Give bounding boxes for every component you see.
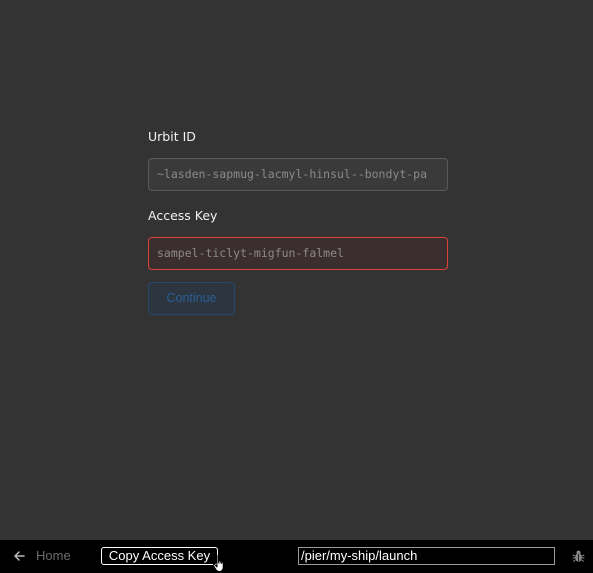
path-input[interactable]: /pier/my-ship/launch	[298, 547, 555, 565]
continue-button[interactable]: Continue	[148, 282, 235, 315]
copy-access-key-button[interactable]: Copy Access Key	[101, 547, 218, 565]
login-form: Urbit ID ~lasden-sapmug-lacmyl-hinsul--b…	[148, 128, 448, 315]
access-key-field[interactable]: sampel-ticlyt-migfun-falmel	[148, 237, 448, 270]
arrow-left-icon[interactable]	[12, 549, 26, 563]
urbit-id-field[interactable]: ~lasden-sapmug-lacmyl-hinsul--bondyt-pa	[148, 158, 448, 191]
login-page: Urbit ID ~lasden-sapmug-lacmyl-hinsul--b…	[0, 0, 593, 573]
bottom-bar: Home Copy Access Key /pier/my-ship/launc…	[0, 540, 593, 573]
hand-cursor-icon	[212, 555, 224, 572]
home-link[interactable]: Home	[36, 548, 71, 564]
access-key-label: Access Key	[148, 208, 218, 223]
urbit-id-label: Urbit ID	[148, 129, 196, 144]
bug-icon[interactable]	[572, 549, 585, 563]
